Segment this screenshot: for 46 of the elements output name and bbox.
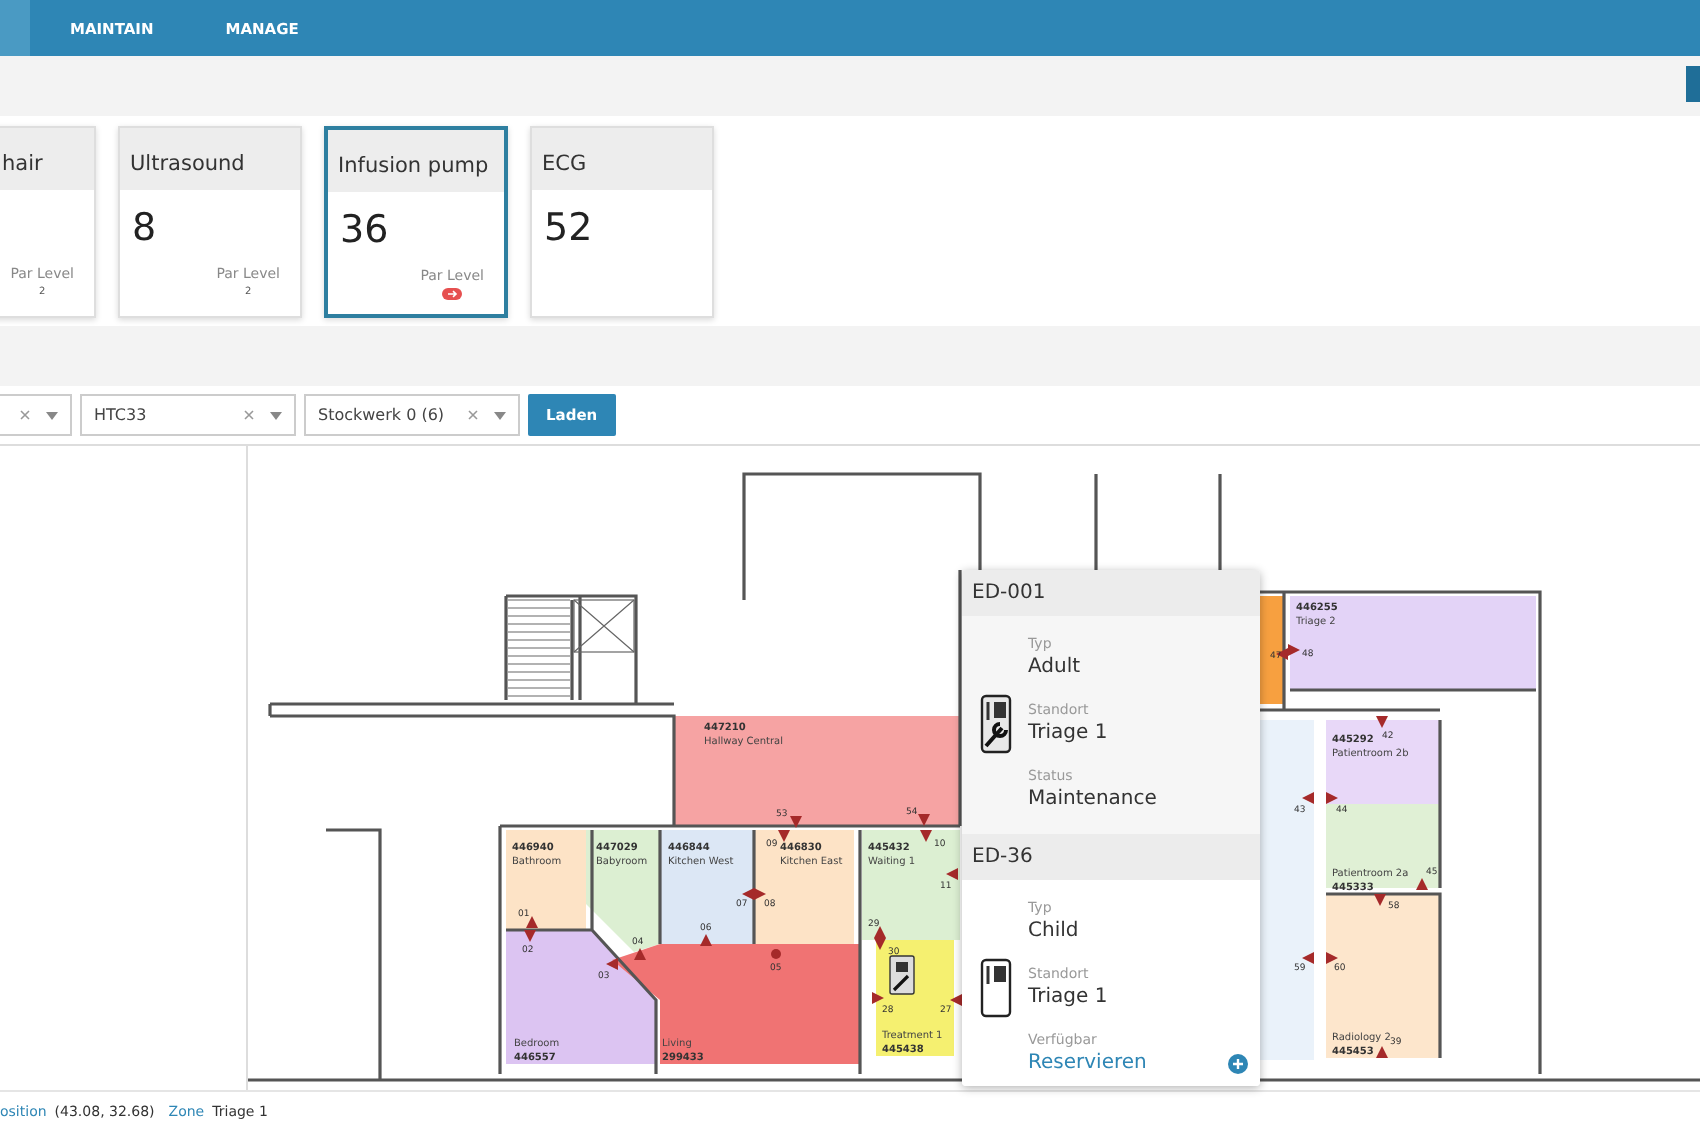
- door-marker-icon[interactable]: [1302, 792, 1314, 804]
- caret-icon[interactable]: [270, 411, 282, 419]
- door-marker-icon[interactable]: [1326, 952, 1338, 964]
- reserve-link[interactable]: Reservieren: [1028, 1052, 1147, 1074]
- door-marker-icon[interactable]: [946, 868, 958, 880]
- add-icon[interactable]: [1228, 1054, 1248, 1074]
- field-value: Maintenance: [1028, 788, 1157, 810]
- card-title: hair: [2, 152, 43, 176]
- asset-card[interactable]: ECG 52: [530, 126, 714, 318]
- clear-icon[interactable]: [244, 410, 254, 420]
- select-field[interactable]: Stockwerk 0 (6): [304, 394, 520, 436]
- asset-count: 36: [340, 208, 389, 252]
- door-marker-icon[interactable]: [872, 992, 884, 1004]
- field-value: Triage 1: [1028, 986, 1108, 1008]
- caret-icon[interactable]: [494, 411, 506, 419]
- door-marker-icon[interactable]: [1288, 644, 1300, 656]
- door-marker-icon[interactable]: [920, 830, 932, 842]
- door-marker-icon[interactable]: [918, 814, 930, 826]
- field-value: Triage 1: [1028, 722, 1108, 744]
- stair-drawing: [507, 599, 635, 697]
- door-marker-icon[interactable]: [950, 994, 962, 1006]
- door-marker-icon[interactable]: [742, 888, 754, 900]
- select-field[interactable]: HTC33: [80, 394, 296, 436]
- device-icon[interactable]: [889, 955, 915, 995]
- field-value: Child: [1028, 920, 1079, 942]
- clear-icon[interactable]: [468, 410, 478, 420]
- door-marker-icon[interactable]: [1376, 1046, 1388, 1058]
- door-marker-icon[interactable]: [634, 948, 646, 960]
- card-title: ECG: [542, 152, 587, 176]
- door-marker-icon[interactable]: [754, 888, 766, 900]
- door-marker-icon[interactable]: [1376, 716, 1388, 728]
- door-marker-icon[interactable]: [606, 958, 618, 970]
- clear-icon[interactable]: [20, 410, 30, 420]
- card-title: Infusion pump: [338, 154, 489, 178]
- card-title: Ultrasound: [130, 152, 245, 176]
- door-marker-icon[interactable]: [778, 830, 790, 842]
- asset-count: 8: [132, 206, 157, 250]
- asset-id: ED-001: [972, 582, 1046, 604]
- asset-id: ED-36: [972, 846, 1033, 868]
- door-marker-icon[interactable]: [1302, 952, 1314, 964]
- asset-count: 52: [544, 206, 593, 250]
- door-marker-icon[interactable]: [1416, 878, 1428, 890]
- field-value: Adult: [1028, 656, 1081, 678]
- caret-icon[interactable]: [46, 411, 58, 419]
- door-marker-icon[interactable]: [771, 949, 781, 959]
- door-marker-icon[interactable]: [1374, 894, 1386, 906]
